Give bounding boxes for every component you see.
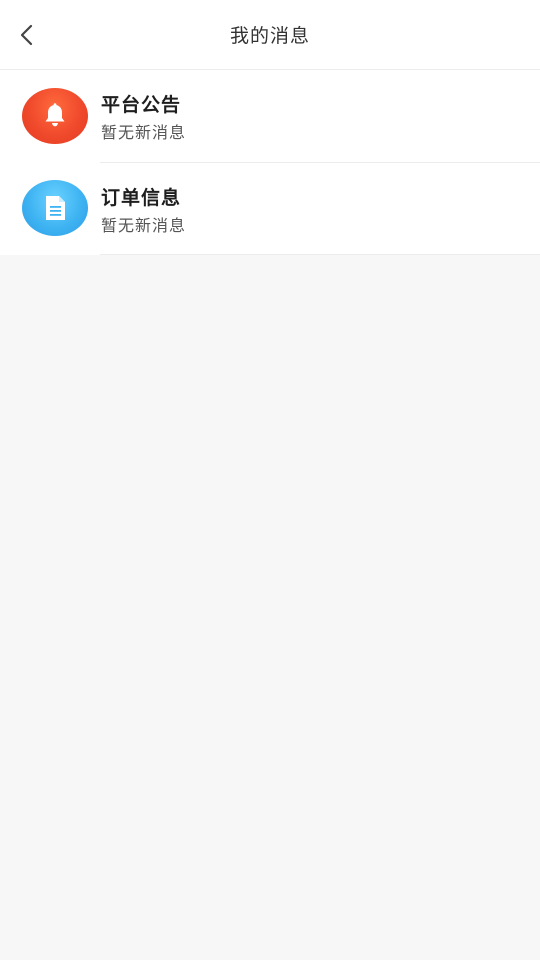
- message-item-text: 平台公告 暂无新消息: [100, 70, 540, 162]
- back-button[interactable]: [10, 18, 44, 52]
- message-title: 平台公告: [101, 94, 182, 116]
- message-list: 平台公告 暂无新消息 订单信息 暂无新消息: [0, 70, 540, 255]
- page-title: 我的消息: [229, 25, 310, 47]
- document-icon: [46, 196, 65, 220]
- order-avatar: [22, 180, 88, 236]
- message-subtitle: 暂无新消息: [101, 123, 187, 142]
- list-divider: [100, 254, 540, 255]
- message-item-platform-announcement[interactable]: 平台公告 暂无新消息: [0, 70, 540, 162]
- top-nav-bar: 我的消息: [0, 0, 540, 70]
- messages-screen: 我的消息 平台公告 暂无新消息 订单信息 暂无新消息: [0, 0, 540, 960]
- message-subtitle: 暂无新消息: [101, 216, 187, 235]
- announcement-avatar: [22, 88, 88, 144]
- message-item-order-info[interactable]: 订单信息 暂无新消息: [0, 162, 540, 254]
- message-item-text: 订单信息 暂无新消息: [100, 162, 540, 254]
- message-title: 订单信息: [101, 187, 182, 209]
- chevron-left-icon: [20, 24, 33, 46]
- bell-icon: [45, 103, 65, 127]
